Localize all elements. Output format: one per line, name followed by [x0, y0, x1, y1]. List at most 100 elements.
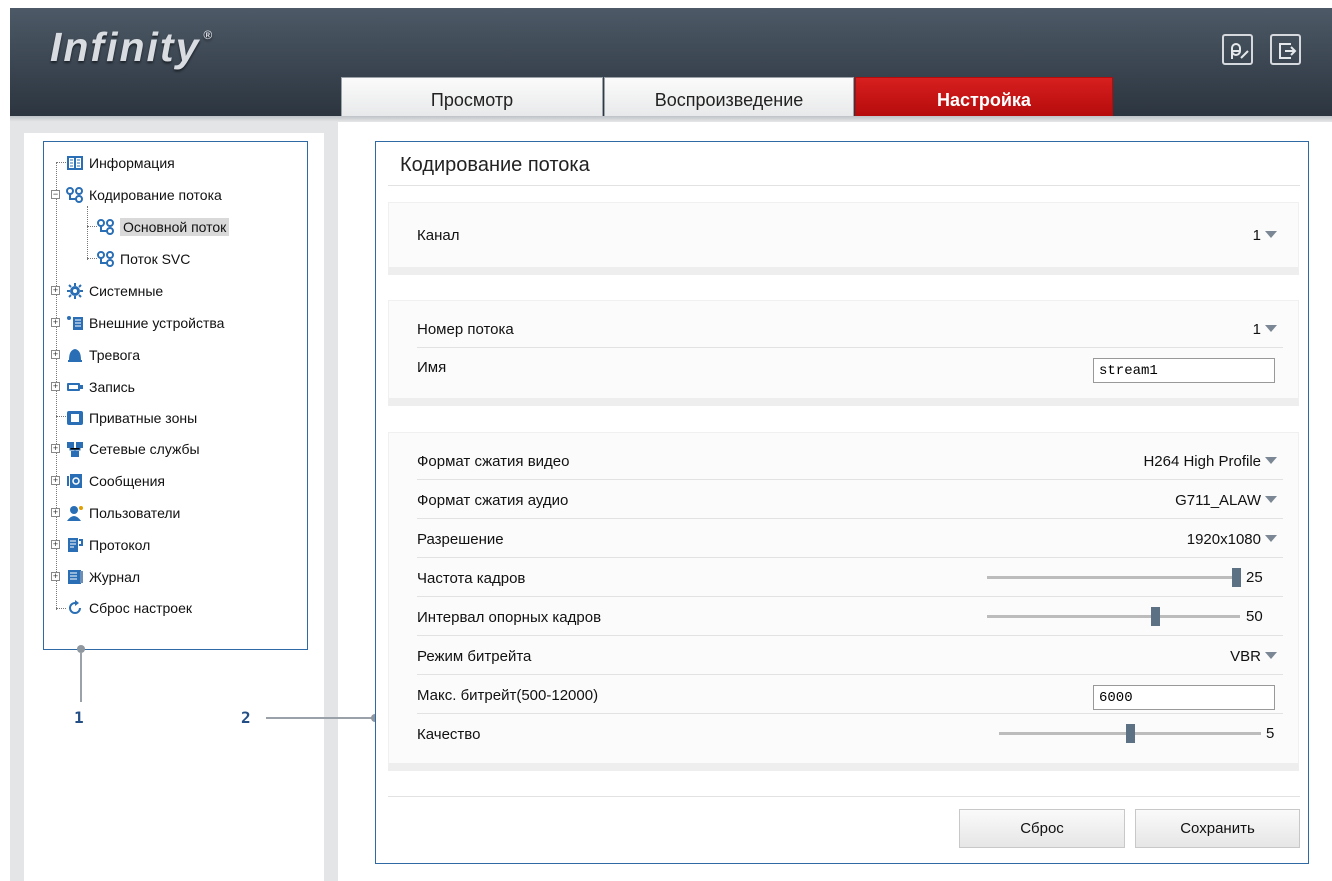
sidebar-item-stream-encoding[interactable]: Кодирование потока [66, 185, 222, 205]
max-bitrate-row: Макс. битрейт(500-12000) [417, 675, 1283, 714]
privacy-icon [67, 411, 83, 425]
page-title: Кодирование потока [400, 154, 590, 176]
video-format-row: Формат сжатия видео H264 High Profile [417, 441, 1283, 480]
expand-toggle[interactable]: + [51, 572, 60, 581]
stream-encoding-panel: Кодирование потока Канал 1 Номер потока … [375, 141, 1309, 864]
gop-row: Интервал опорных кадров 50 [417, 597, 1283, 636]
expand-toggle[interactable]: + [51, 540, 60, 549]
network-icon [67, 442, 83, 457]
bitrate-mode-row: Режим битрейта VBR [417, 636, 1283, 675]
stream-number-row: Номер потока 1 [417, 309, 1283, 348]
sidebar-item-messages[interactable]: Сообщения [66, 471, 165, 491]
name-row: Имя [417, 349, 1283, 388]
tree-line [87, 258, 97, 259]
sidebar-item-log[interactable]: Журнал [66, 567, 140, 587]
tab-view[interactable]: Просмотр [341, 77, 603, 116]
sidebar-item-alarm[interactable]: Тревога [66, 345, 140, 365]
channel-label: Канал [417, 227, 460, 244]
tree-line [87, 226, 97, 227]
channel-select[interactable]: 1 [1253, 227, 1277, 244]
slider-thumb[interactable] [1151, 607, 1161, 626]
chevron-down-icon [1265, 231, 1277, 238]
audio-format-label: Формат сжатия аудио [417, 492, 569, 509]
gop-slider[interactable]: 50 [987, 597, 1283, 636]
tab-settings[interactable]: Настройка [855, 77, 1113, 116]
video-format-label: Формат сжатия видео [417, 453, 570, 470]
tree-line [56, 162, 66, 163]
divider [388, 796, 1300, 797]
callout-line [266, 717, 372, 719]
bitrate-mode-select[interactable]: VBR [1230, 648, 1277, 665]
quality-label: Качество [417, 726, 481, 743]
bitrate-mode-label: Режим битрейта [417, 648, 532, 665]
info-icon [67, 156, 83, 170]
resolution-select[interactable]: 1920x1080 [1187, 531, 1277, 548]
gear-icon [67, 283, 83, 299]
gop-value: 50 [1246, 608, 1263, 625]
audio-format-select[interactable]: G711_ALAW [1175, 492, 1277, 509]
sidebar-item-factory-reset[interactable]: Сброс настроек [66, 598, 192, 618]
stream-group: Номер потока 1 Имя [388, 300, 1299, 406]
chevron-down-icon [1265, 535, 1277, 542]
slider-thumb[interactable] [1232, 568, 1241, 587]
sidebar-item-info[interactable]: Информация [66, 153, 175, 173]
chevron-down-icon [1265, 496, 1277, 503]
alarm-icon [68, 349, 82, 362]
name-input[interactable] [1093, 358, 1275, 383]
video-format-select[interactable]: H264 High Profile [1143, 453, 1277, 470]
device-icon [67, 316, 83, 330]
user-edit-button[interactable] [1222, 34, 1253, 65]
sidebar-item-record[interactable]: Запись [66, 377, 135, 397]
tree-line [56, 608, 66, 609]
callout-1: 1 [74, 708, 84, 727]
reset-button[interactable]: Сброс [959, 809, 1125, 848]
expand-toggle[interactable]: + [51, 382, 60, 391]
expand-toggle[interactable]: + [51, 286, 60, 295]
expand-toggle[interactable]: + [51, 350, 60, 359]
max-bitrate-input[interactable] [1093, 685, 1275, 710]
expand-toggle[interactable]: + [51, 476, 60, 485]
protocol-icon [68, 538, 83, 552]
sidebar-item-network[interactable]: Сетевые службы [66, 439, 200, 459]
sidebar-item-privacy[interactable]: Приватные зоны [66, 408, 197, 428]
expand-toggle[interactable]: + [51, 318, 60, 327]
log-icon [68, 570, 83, 584]
divider [388, 185, 1300, 186]
resolution-row: Разрешение 1920x1080 [417, 519, 1283, 558]
frame-rate-row: Частота кадров 25 [417, 558, 1283, 597]
message-icon [67, 474, 82, 488]
user-edit-icon [1231, 43, 1249, 59]
chevron-down-icon [1265, 457, 1277, 464]
encoding-group: Формат сжатия видео H264 High Profile Фо… [388, 432, 1299, 771]
tree-line [56, 416, 66, 417]
chevron-down-icon [1265, 652, 1277, 659]
stream-number-label: Номер потока [417, 321, 514, 338]
record-icon [67, 383, 83, 391]
channel-group: Канал 1 [388, 202, 1299, 275]
collapse-toggle[interactable]: − [51, 190, 60, 199]
sidebar-item-system[interactable]: Системные [66, 281, 163, 301]
sidebar-item-svc-stream[interactable]: Поток SVC [97, 249, 190, 269]
frame-rate-slider[interactable]: 25 [987, 558, 1283, 597]
users-icon [67, 506, 83, 521]
sidebar-item-external-devices[interactable]: Внешние устройства [66, 313, 224, 333]
channel-row: Канал 1 [417, 215, 1283, 254]
slider-thumb[interactable] [1126, 724, 1135, 743]
tree-line [87, 206, 88, 260]
resolution-label: Разрешение [417, 531, 504, 548]
quality-slider[interactable]: 5 [999, 714, 1283, 753]
stream-number-select[interactable]: 1 [1253, 321, 1277, 338]
tab-playback[interactable]: Воспроизведение [604, 77, 854, 116]
sidebar-item-protocol[interactable]: Протокол [66, 535, 150, 555]
expand-toggle[interactable]: + [51, 444, 60, 453]
settings-tree: − + + + + + + + + + Информация Кодирован… [43, 141, 308, 650]
expand-toggle[interactable]: + [51, 508, 60, 517]
max-bitrate-label: Макс. битрейт(500-12000) [417, 687, 599, 704]
sidebar-item-main-stream[interactable]: Основной поток [97, 217, 230, 237]
logo: Infinity ® [50, 24, 213, 70]
sidebar-item-users[interactable]: Пользователи [66, 503, 180, 523]
gop-label: Интервал опорных кадров [417, 609, 602, 626]
logout-button[interactable] [1270, 34, 1301, 65]
save-button[interactable]: Сохранить [1135, 809, 1300, 848]
frame-rate-label: Частота кадров [417, 570, 526, 587]
